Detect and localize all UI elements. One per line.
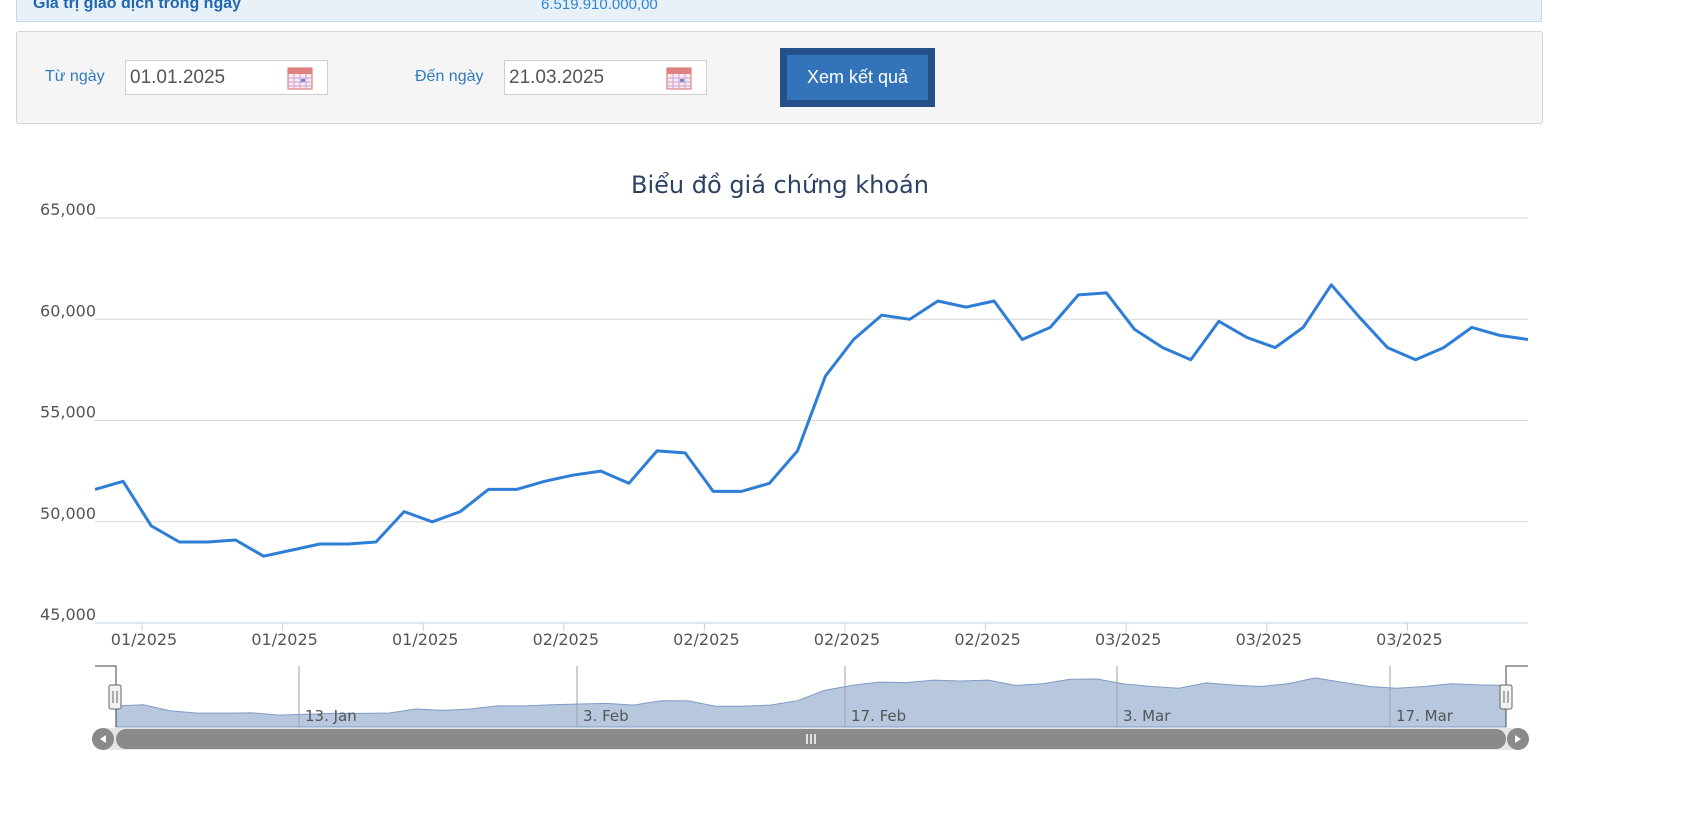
y-tick-label: 45,000	[40, 605, 96, 624]
x-tick-label: 02/2025	[533, 630, 599, 649]
x-tick-label: 02/2025	[814, 630, 880, 649]
calendar-icon[interactable]	[666, 66, 692, 90]
trading-value-label: Giá trị giao dịch trong ngày	[33, 0, 242, 12]
date-filter-panel: Từ ngày Đến ngày Xem kết quả	[16, 31, 1543, 124]
to-date-field[interactable]	[504, 60, 707, 95]
from-date-input[interactable]	[130, 65, 280, 90]
navigator-tick-label: 13. Jan	[305, 707, 357, 725]
calendar-icon[interactable]	[287, 66, 313, 90]
navigator-right-handle[interactable]	[1499, 684, 1513, 710]
x-tick-label: 02/2025	[954, 630, 1020, 649]
x-tick-label: 03/2025	[1236, 630, 1302, 649]
navigator-tick-label: 3. Mar	[1123, 707, 1171, 725]
navigator-left-handle[interactable]	[108, 684, 122, 710]
y-axis-ticks: 45,000 50,000 55,000 60,000 65,000	[40, 200, 96, 624]
navigator-tick-label: 3. Feb	[583, 707, 629, 725]
y-tick-label: 55,000	[40, 403, 96, 422]
from-date-label: Từ ngày	[45, 68, 105, 85]
x-tick-label: 01/2025	[392, 630, 458, 649]
stock-price-chart: Biểu đồ giá chứng khoán 45,000 50,000 55,0…	[40, 171, 1529, 750]
y-tick-label: 65,000	[40, 200, 96, 219]
grid-lines	[95, 217, 1528, 624]
navigator-tick-label: 17. Feb	[851, 707, 906, 725]
to-date-input[interactable]	[509, 65, 659, 90]
submit-button-frame: Xem kết quả	[780, 48, 935, 107]
chart-title: Biểu đồ giá chứng khoán	[631, 171, 929, 199]
navigator[interactable]: 13. Jan 3. Feb 17. Feb 3. Mar 17. Mar	[92, 665, 1529, 750]
from-date-field[interactable]	[125, 60, 328, 95]
x-tick-label: 03/2025	[1376, 630, 1442, 649]
trading-value-amount: 6.519.910.000,00	[541, 0, 658, 13]
x-tick-label: 01/2025	[251, 630, 317, 649]
scrollbar[interactable]	[92, 728, 1529, 750]
summary-row: Giá trị giao dịch trong ngày 6.519.910.0…	[16, 0, 1542, 22]
x-axis-ticks: 01/2025 01/2025 01/2025 02/2025 02/2025 02/20…	[111, 623, 1443, 649]
x-tick-label: 03/2025	[1095, 630, 1161, 649]
navigator-tick-label: 17. Mar	[1396, 707, 1454, 725]
to-date-label: Đến ngày	[415, 68, 484, 85]
scroll-left-button[interactable]	[92, 728, 114, 750]
y-tick-label: 60,000	[40, 301, 96, 320]
scroll-right-button[interactable]	[1507, 728, 1529, 750]
view-results-button[interactable]: Xem kết quả	[787, 55, 928, 100]
x-tick-label: 02/2025	[673, 630, 739, 649]
x-tick-label: 01/2025	[111, 630, 177, 649]
y-tick-label: 50,000	[40, 504, 96, 523]
